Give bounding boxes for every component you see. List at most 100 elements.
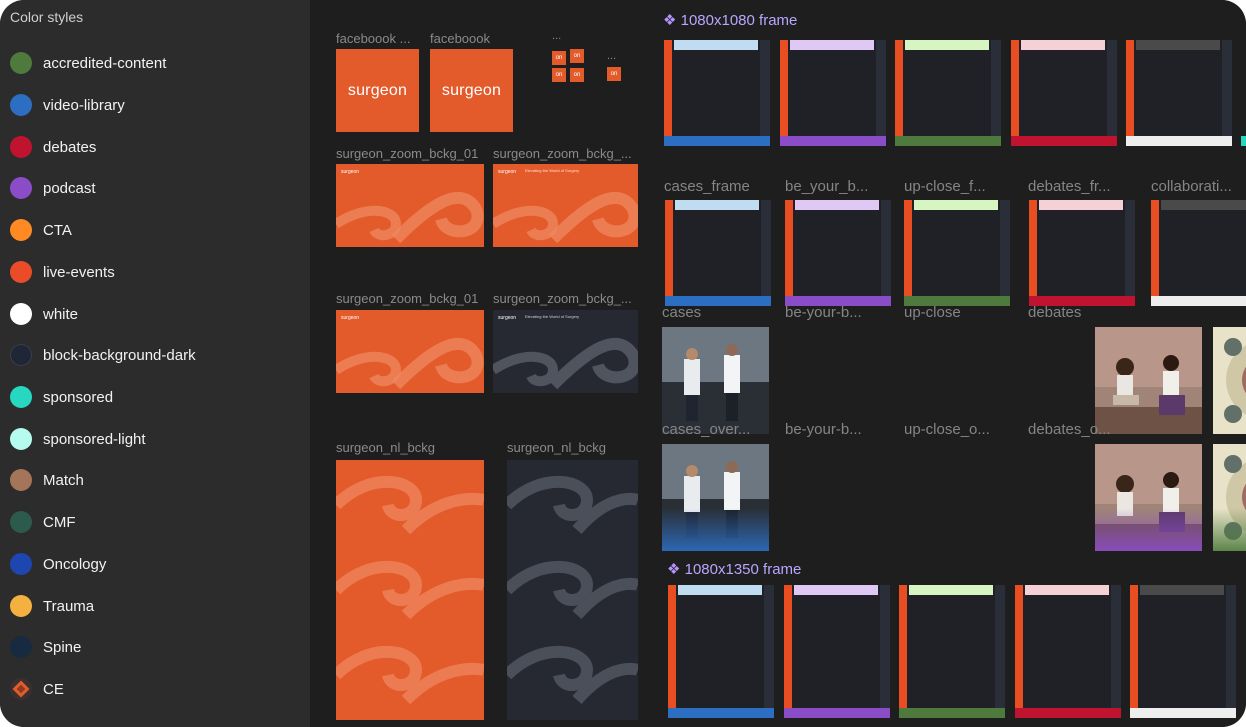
color-swatch xyxy=(10,511,32,533)
frame-template[interactable] xyxy=(904,200,1010,306)
frame-template[interactable] xyxy=(780,40,886,146)
style-label: block-background-dark xyxy=(43,346,196,364)
zoom-caption: Elevating the World of Surgery xyxy=(525,168,579,173)
app-icon-thumbnail[interactable]: on xyxy=(570,68,584,82)
style-item-podcast[interactable]: podcast xyxy=(0,169,310,207)
frame-label: collaborati... xyxy=(1151,178,1232,195)
style-item-sponsored-light[interactable]: sponsored-light xyxy=(0,420,310,458)
zoom-background-thumbnail[interactable]: surgeon xyxy=(336,164,484,247)
surgeon-logo: surgeon xyxy=(498,169,516,175)
color-swatch xyxy=(10,219,32,241)
frame-label: ... xyxy=(607,50,617,62)
frame-template[interactable] xyxy=(899,585,1005,718)
zoom-background-thumbnail[interactable]: surgeon Elevating the World of Surgery xyxy=(493,310,638,393)
style-item-ce[interactable]: CE xyxy=(0,670,310,708)
style-item-accredited-content[interactable]: accredited-content xyxy=(0,44,310,82)
style-item-block-background-dark[interactable]: block-background-dark xyxy=(0,336,310,374)
style-item-trauma[interactable]: Trauma xyxy=(0,587,310,625)
color-swatch xyxy=(10,428,32,450)
style-label: sponsored-light xyxy=(43,430,146,448)
style-label: sponsored xyxy=(43,388,114,406)
frame-label: faceboook ... xyxy=(336,31,411,46)
style-label: Trauma xyxy=(43,597,95,615)
frame-template[interactable] xyxy=(664,40,770,146)
frame-template[interactable] xyxy=(1151,200,1246,306)
frame-label: up-close xyxy=(904,304,961,321)
style-label: accredited-content xyxy=(43,54,167,72)
surgeon-logo: surgeon xyxy=(347,81,408,99)
style-item-match[interactable]: Match xyxy=(0,461,310,499)
color-swatch xyxy=(10,52,32,74)
app-icon-thumbnail[interactable]: on xyxy=(570,49,584,63)
frame-template[interactable] xyxy=(1015,585,1121,718)
app-icon-thumbnail[interactable]: on xyxy=(607,67,621,81)
frame-label: up-close_o... xyxy=(904,421,990,438)
frame-template[interactable] xyxy=(668,585,774,718)
style-label: CMF xyxy=(43,513,76,531)
frame-label: surgeon_zoom_bckg_01 xyxy=(336,291,479,306)
frame-label: faceboook xyxy=(430,31,490,46)
up-close-photo[interactable] xyxy=(1213,327,1246,434)
color-swatch xyxy=(10,553,32,575)
frame-section-title[interactable]: ❖ 1080x1350 frame xyxy=(667,560,801,578)
color-swatch xyxy=(10,595,32,617)
frame-template[interactable] xyxy=(785,200,891,306)
facebook-cover-thumbnail[interactable]: surgeon xyxy=(430,49,513,132)
frame-template[interactable] xyxy=(665,200,771,306)
frame-section-title[interactable]: ❖ 1080x1080 frame xyxy=(663,11,797,29)
style-label: CE xyxy=(43,680,64,698)
color-swatch xyxy=(10,636,32,658)
design-canvas[interactable]: faceboook ... faceboook surgeon surgeon … xyxy=(310,0,1246,727)
frame-template[interactable] xyxy=(895,40,1001,146)
frame-template[interactable] xyxy=(784,585,890,718)
frame-template[interactable] xyxy=(1126,40,1232,146)
color-swatch xyxy=(10,94,32,116)
style-item-cmf[interactable]: CMF xyxy=(0,503,310,541)
surgeon-logo: surgeon xyxy=(498,315,516,321)
frame-template-edge xyxy=(1241,136,1246,146)
frame-label: debates_o... xyxy=(1028,421,1111,438)
color-swatch xyxy=(10,469,32,491)
zoom-background-thumbnail[interactable]: surgeon Elevating the World of Surgery xyxy=(493,164,638,247)
cases-photo[interactable] xyxy=(662,327,769,434)
style-item-debates[interactable]: debates xyxy=(0,128,310,166)
frame-label: surgeon_zoom_bckg_01 xyxy=(336,146,479,161)
cases-overlay-photo[interactable] xyxy=(662,444,769,551)
be-your-best-photo[interactable] xyxy=(1095,327,1202,434)
frame-template[interactable] xyxy=(1130,585,1236,718)
newsletter-background-thumbnail[interactable] xyxy=(336,460,484,720)
style-item-cta[interactable]: CTA xyxy=(0,211,310,249)
frame-label: be-your-b... xyxy=(785,304,862,321)
frame-section-title-text: 1080x1080 frame xyxy=(680,12,798,29)
frame-label: surgeon_nl_bckg xyxy=(507,440,607,455)
frame-section-title-text: 1080x1350 frame xyxy=(684,561,802,578)
color-swatch xyxy=(10,303,32,325)
frame-template[interactable] xyxy=(1011,40,1117,146)
style-item-video-library[interactable]: video-library xyxy=(0,86,310,124)
style-label: Oncology xyxy=(43,555,107,573)
facebook-cover-thumbnail[interactable]: surgeon xyxy=(336,49,419,132)
figma-app: Color styles accredited-content video-li… xyxy=(0,0,1246,727)
color-swatch xyxy=(10,136,32,158)
surgeon-logo: surgeon xyxy=(341,315,359,321)
style-label: podcast xyxy=(43,179,96,197)
up-close-overlay-photo[interactable] xyxy=(1213,444,1246,551)
zoom-background-thumbnail[interactable]: surgeon xyxy=(336,310,484,393)
style-item-spine[interactable]: Spine xyxy=(0,628,310,666)
style-item-oncology[interactable]: Oncology xyxy=(0,545,310,583)
frame-template[interactable] xyxy=(1029,200,1135,306)
app-icon-thumbnail[interactable]: on xyxy=(552,68,566,82)
component-icon: ❖ xyxy=(667,561,681,578)
component-icon: ❖ xyxy=(663,12,677,29)
newsletter-background-thumbnail[interactable] xyxy=(507,460,638,720)
frame-label: surgeon_nl_bckg xyxy=(336,440,436,455)
color-swatch xyxy=(10,261,32,283)
frame-label: cases xyxy=(662,304,702,321)
frame-label: cases_over... xyxy=(662,421,751,438)
color-styles-panel: Color styles accredited-content video-li… xyxy=(0,0,310,727)
style-item-sponsored[interactable]: sponsored xyxy=(0,378,310,416)
style-item-live-events[interactable]: live-events xyxy=(0,253,310,291)
be-your-best-overlay-photo[interactable] xyxy=(1095,444,1202,551)
app-icon-thumbnail[interactable]: on xyxy=(552,51,566,65)
style-item-white[interactable]: white xyxy=(0,295,310,333)
